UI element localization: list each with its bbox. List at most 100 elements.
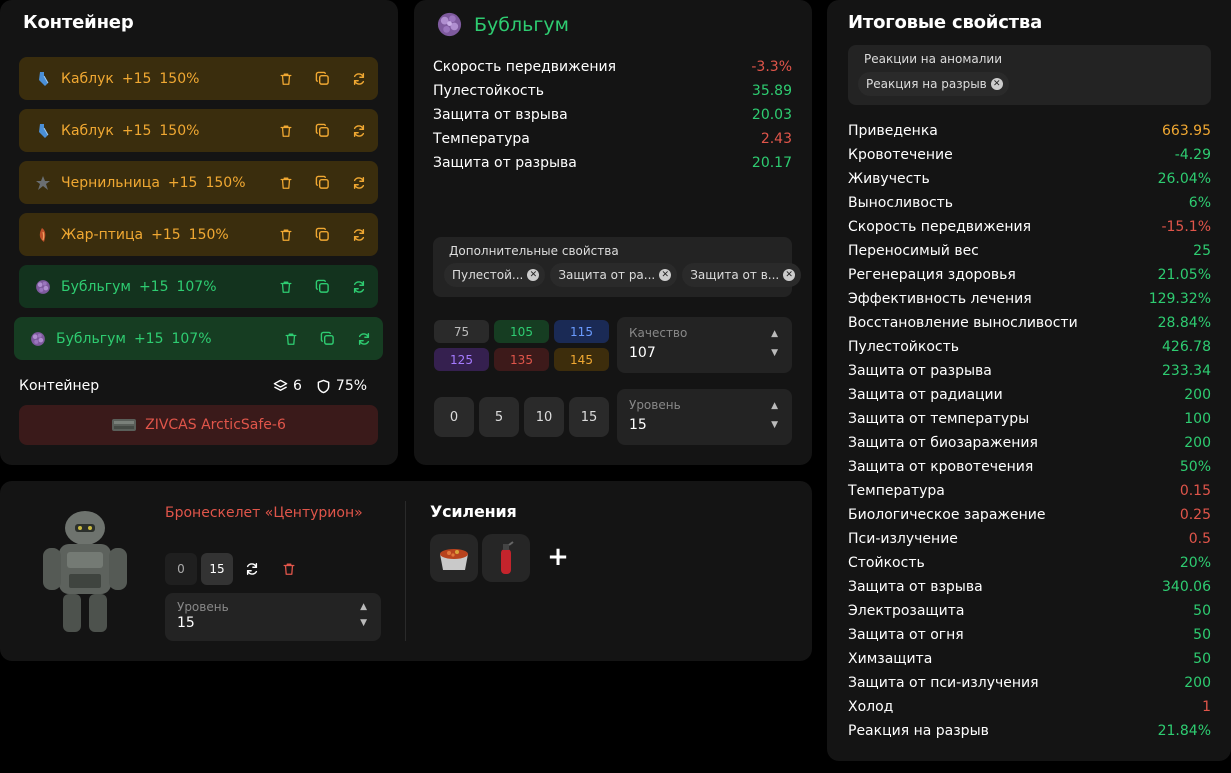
copy-icon[interactable] [315, 227, 330, 242]
copy-icon[interactable] [320, 331, 335, 346]
quality-button[interactable]: 135 [494, 348, 549, 371]
refresh-icon[interactable] [352, 280, 366, 294]
container-item[interactable]: Жар-птица +15 150% [19, 213, 378, 256]
anomaly-chip[interactable]: Реакция на разрыв ✕ [858, 72, 1009, 96]
stat-label: Защита от пси-излучения [848, 675, 1039, 691]
item-percent: 150% [159, 70, 200, 87]
item-level: +15 [167, 174, 198, 191]
extra-properties-title: Дополнительные свойства [449, 244, 619, 258]
boost-slot-stew[interactable] [430, 534, 478, 582]
stat-label: Пулестойкость [433, 83, 545, 99]
stat-row: Защита от разрыва 20.17 [433, 151, 792, 175]
container-item[interactable]: Каблук +15 150% [19, 109, 378, 152]
trash-icon[interactable] [279, 72, 293, 86]
summary-stat-row: Скорость передвижения -15.1% [848, 215, 1211, 239]
container-item[interactable]: Бубльгум +15 107% [19, 265, 378, 308]
container-item[interactable]: Каблук +15 150% [19, 57, 378, 100]
quality-button[interactable]: 115 [554, 320, 609, 343]
item-actions [279, 213, 366, 256]
extinguisher-icon [501, 541, 514, 574]
chevron-up-icon[interactable]: ▲ [771, 401, 778, 411]
item-name: Жар-птица [61, 226, 144, 243]
quality-button[interactable]: 125 [434, 348, 489, 371]
stat-label: Защита от разрыва [433, 155, 577, 171]
trash-icon[interactable] [279, 280, 293, 294]
refresh-icon[interactable] [352, 176, 366, 190]
copy-icon[interactable] [315, 123, 330, 138]
stat-label: Кровотечение [848, 147, 953, 163]
level-button[interactable]: 15 [569, 397, 609, 437]
trash-icon[interactable] [279, 124, 293, 138]
copy-icon[interactable] [315, 71, 330, 86]
copy-icon[interactable] [315, 175, 330, 190]
stat-label: Биологическое заражение [848, 507, 1046, 523]
stat-value: 25 [1193, 243, 1211, 259]
extra-property-chip[interactable]: Защита от ра... ✕ [550, 263, 678, 287]
stat-value: 6% [1188, 195, 1211, 211]
level-button[interactable]: 0 [434, 397, 474, 437]
artifact-header: Бубльгум [436, 11, 569, 38]
stat-value: 50 [1193, 651, 1211, 667]
close-icon[interactable]: ✕ [659, 269, 672, 281]
close-icon[interactable]: ✕ [783, 269, 796, 281]
refresh-icon[interactable] [357, 332, 371, 346]
stat-value: 20.03 [751, 107, 792, 123]
level-button[interactable]: 5 [479, 397, 519, 437]
level-button[interactable]: 10 [524, 397, 564, 437]
chevron-down-icon[interactable]: ▼ [771, 348, 778, 358]
summary-stat-row: Защита от разрыва 233.34 [848, 359, 1211, 383]
stat-label: Приведенка [848, 123, 938, 139]
stat-label: Восстановление выносливости [848, 315, 1078, 331]
container-protection: 75% [335, 378, 368, 394]
close-icon[interactable]: ✕ [990, 78, 1003, 90]
armor-level-label: Уровень [177, 600, 229, 614]
chevron-up-icon[interactable]: ▲ [360, 602, 367, 612]
container-select-button[interactable]: ZIVCAS ArcticSafe-6 [19, 405, 378, 445]
refresh-icon[interactable] [352, 72, 366, 86]
stat-row: Скорость передвижения -3.3% [433, 55, 792, 79]
container-item[interactable]: Чернильница +15 150% [19, 161, 378, 204]
refresh-icon[interactable] [352, 228, 366, 242]
bottle-icon [35, 71, 51, 87]
chevron-up-icon[interactable]: ▲ [771, 329, 778, 339]
add-boost-button[interactable]: + [546, 541, 570, 573]
inkwell-icon [35, 175, 51, 191]
stat-value: 28.84% [1157, 315, 1211, 331]
extra-property-chip[interactable]: Защита от в... ✕ [682, 263, 802, 287]
trash-icon[interactable] [284, 332, 298, 346]
item-level: +15 [121, 122, 152, 139]
armor-level-15-button[interactable]: 15 [201, 553, 233, 585]
stat-value: 200 [1184, 435, 1211, 451]
armor-level-0-button[interactable]: 0 [165, 553, 197, 585]
stat-value: 0.5 [1188, 531, 1211, 547]
quality-button[interactable]: 105 [494, 320, 549, 343]
item-actions [279, 109, 366, 152]
stat-value: 200 [1184, 675, 1211, 691]
trash-icon[interactable] [282, 562, 296, 576]
quality-select[interactable]: Качество 107 ▲ ▼ [617, 317, 792, 373]
stat-label: Скорость передвижения [848, 219, 1031, 235]
extra-property-chip[interactable]: Пулестой... ✕ [444, 263, 546, 287]
artifact-level-select[interactable]: Уровень 15 ▲ ▼ [617, 389, 792, 445]
item-level: +15 [121, 70, 152, 87]
stat-label: Защита от огня [848, 627, 964, 643]
summary-stat-row: Эффективность лечения 129.32% [848, 287, 1211, 311]
summary-title: Итоговые свойства [848, 12, 1043, 33]
close-icon[interactable]: ✕ [527, 269, 540, 281]
stat-label: Стойкость [848, 555, 925, 571]
container-item[interactable]: Бубльгум +15 107% [14, 317, 383, 360]
trash-icon[interactable] [279, 228, 293, 242]
trash-icon[interactable] [279, 176, 293, 190]
quality-button[interactable]: 75 [434, 320, 489, 343]
chevron-down-icon[interactable]: ▼ [360, 618, 367, 628]
stat-label: Регенерация здоровья [848, 267, 1016, 283]
armor-level-select[interactable]: Уровень 15 ▲ ▼ [165, 593, 381, 641]
item-percent: 150% [159, 122, 200, 139]
refresh-icon[interactable] [245, 562, 259, 576]
bubblegum-icon [35, 279, 51, 295]
copy-icon[interactable] [315, 279, 330, 294]
refresh-icon[interactable] [352, 124, 366, 138]
boost-slot-extinguisher[interactable] [482, 534, 530, 582]
quality-button[interactable]: 145 [554, 348, 609, 371]
chevron-down-icon[interactable]: ▼ [771, 420, 778, 430]
